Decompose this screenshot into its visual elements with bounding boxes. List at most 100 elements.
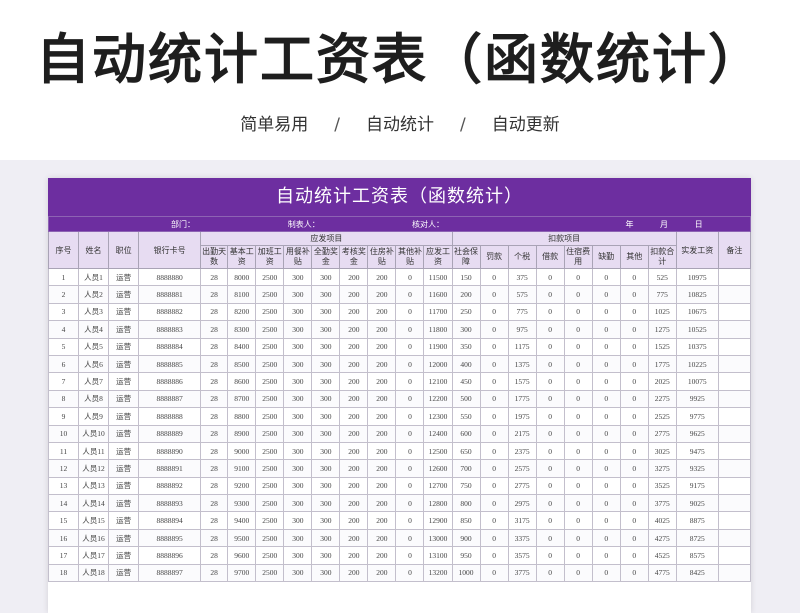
cell-social-security[interactable]: 150 [451,267,481,287]
cell-deduction-total[interactable]: 2025 [647,372,677,391]
cell-gross-pay[interactable]: 11900 [423,337,453,356]
cell-seq[interactable]: 7 [48,372,80,391]
cell-income-tax[interactable]: 1775 [507,389,537,409]
cell-fine[interactable]: 0 [479,528,509,548]
cell-appraisal-bonus[interactable]: 200 [339,267,369,287]
cell-overtime-pay[interactable]: 2500 [255,494,285,513]
cell-net-pay[interactable]: 9175 [675,476,719,496]
cell-seq[interactable]: 3 [48,302,80,322]
cell-meal-allowance[interactable]: 300 [283,285,313,304]
cell-loan[interactable]: 0 [535,407,565,426]
cell-attendance-days[interactable]: 28 [200,302,229,322]
cell-appraisal-bonus[interactable]: 200 [339,563,369,583]
cell-attendance-days[interactable]: 28 [200,407,229,426]
cell-other-allowance[interactable]: 0 [395,372,425,391]
cell-social-security[interactable]: 350 [451,337,481,356]
cell-appraisal-bonus[interactable]: 200 [339,459,369,478]
cell-position[interactable]: 运营 [108,528,140,548]
cell-net-pay[interactable]: 10225 [675,354,719,374]
cell-base-salary[interactable]: 9700 [227,563,257,583]
cell-other-deduction[interactable]: 0 [619,424,649,443]
cell-dorm-fee[interactable]: 0 [563,528,593,548]
cell-loan[interactable]: 0 [535,476,565,496]
cell-meal-allowance[interactable]: 300 [283,389,313,409]
cell-bank-card[interactable]: 8888880 [138,267,202,287]
cell-gross-pay[interactable]: 11600 [423,285,453,304]
cell-income-tax[interactable]: 775 [507,302,537,322]
cell-deduction-total[interactable]: 775 [647,285,677,304]
cell-bank-card[interactable]: 8888890 [138,441,202,461]
cell-housing-allowance[interactable]: 200 [367,546,397,565]
cell-net-pay[interactable]: 9625 [675,424,719,443]
cell-attendance-bonus[interactable]: 300 [311,337,341,356]
cell-bank-card[interactable]: 8888896 [138,546,202,565]
cell-gross-pay[interactable]: 12800 [423,494,453,513]
cell-gross-pay[interactable]: 12500 [423,441,453,461]
cell-fine[interactable]: 0 [479,459,509,478]
cell-gross-pay[interactable]: 11700 [423,302,453,322]
cell-appraisal-bonus[interactable]: 200 [339,441,369,461]
cell-appraisal-bonus[interactable]: 200 [339,389,369,409]
cell-position[interactable]: 运营 [108,459,140,478]
cell-net-pay[interactable]: 8425 [675,563,719,583]
cell-housing-allowance[interactable]: 200 [367,424,397,443]
cell-gross-pay[interactable]: 12000 [423,354,453,374]
cell-remark[interactable] [717,511,751,530]
cell-gross-pay[interactable]: 13200 [423,563,453,583]
cell-seq[interactable]: 11 [48,441,80,461]
cell-attendance-days[interactable]: 28 [200,494,229,513]
cell-loan[interactable]: 0 [535,528,565,548]
cell-other-deduction[interactable]: 0 [619,302,649,322]
cell-bank-card[interactable]: 8888889 [138,424,202,443]
cell-position[interactable]: 运营 [108,285,140,304]
cell-absence[interactable]: 0 [591,407,621,426]
cell-deduction-total[interactable]: 525 [647,267,677,287]
cell-other-allowance[interactable]: 0 [395,320,425,339]
cell-attendance-bonus[interactable]: 300 [311,389,341,409]
cell-housing-allowance[interactable]: 200 [367,494,397,513]
cell-overtime-pay[interactable]: 2500 [255,302,285,322]
cell-appraisal-bonus[interactable]: 200 [339,494,369,513]
cell-name[interactable]: 人员18 [78,563,110,583]
date-field[interactable]: 年 月 日 [508,216,751,232]
cell-net-pay[interactable]: 8575 [675,546,719,565]
cell-bank-card[interactable]: 8888881 [138,285,202,304]
cell-attendance-bonus[interactable]: 300 [311,546,341,565]
cell-dorm-fee[interactable]: 0 [563,476,593,496]
cell-other-allowance[interactable]: 0 [395,459,425,478]
cell-loan[interactable]: 0 [535,372,565,391]
department-field[interactable]: 部门： [48,216,256,232]
cell-net-pay[interactable]: 9325 [675,459,719,478]
cell-gross-pay[interactable]: 13100 [423,546,453,565]
cell-overtime-pay[interactable]: 2500 [255,511,285,530]
cell-name[interactable]: 人员3 [78,302,110,322]
cell-deduction-total[interactable]: 4275 [647,528,677,548]
cell-dorm-fee[interactable]: 0 [563,285,593,304]
cell-attendance-bonus[interactable]: 300 [311,285,341,304]
cell-dorm-fee[interactable]: 0 [563,320,593,339]
cell-remark[interactable] [717,476,751,496]
cell-attendance-days[interactable]: 28 [200,511,229,530]
cell-other-deduction[interactable]: 0 [619,476,649,496]
cell-housing-allowance[interactable]: 200 [367,337,397,356]
cell-base-salary[interactable]: 8400 [227,337,257,356]
cell-gross-pay[interactable]: 13000 [423,528,453,548]
cell-absence[interactable]: 0 [591,441,621,461]
cell-remark[interactable] [717,302,751,322]
cell-position[interactable]: 运营 [108,337,140,356]
cell-income-tax[interactable]: 975 [507,320,537,339]
cell-attendance-bonus[interactable]: 300 [311,563,341,583]
cell-loan[interactable]: 0 [535,389,565,409]
cell-remark[interactable] [717,337,751,356]
cell-fine[interactable]: 0 [479,302,509,322]
cell-position[interactable]: 运营 [108,563,140,583]
cell-other-allowance[interactable]: 0 [395,337,425,356]
cell-other-deduction[interactable]: 0 [619,546,649,565]
cell-other-allowance[interactable]: 0 [395,563,425,583]
cell-other-allowance[interactable]: 0 [395,302,425,322]
cell-absence[interactable]: 0 [591,546,621,565]
cell-attendance-days[interactable]: 28 [200,424,229,443]
cell-income-tax[interactable]: 2175 [507,424,537,443]
cell-bank-card[interactable]: 8888892 [138,476,202,496]
cell-deduction-total[interactable]: 2775 [647,424,677,443]
